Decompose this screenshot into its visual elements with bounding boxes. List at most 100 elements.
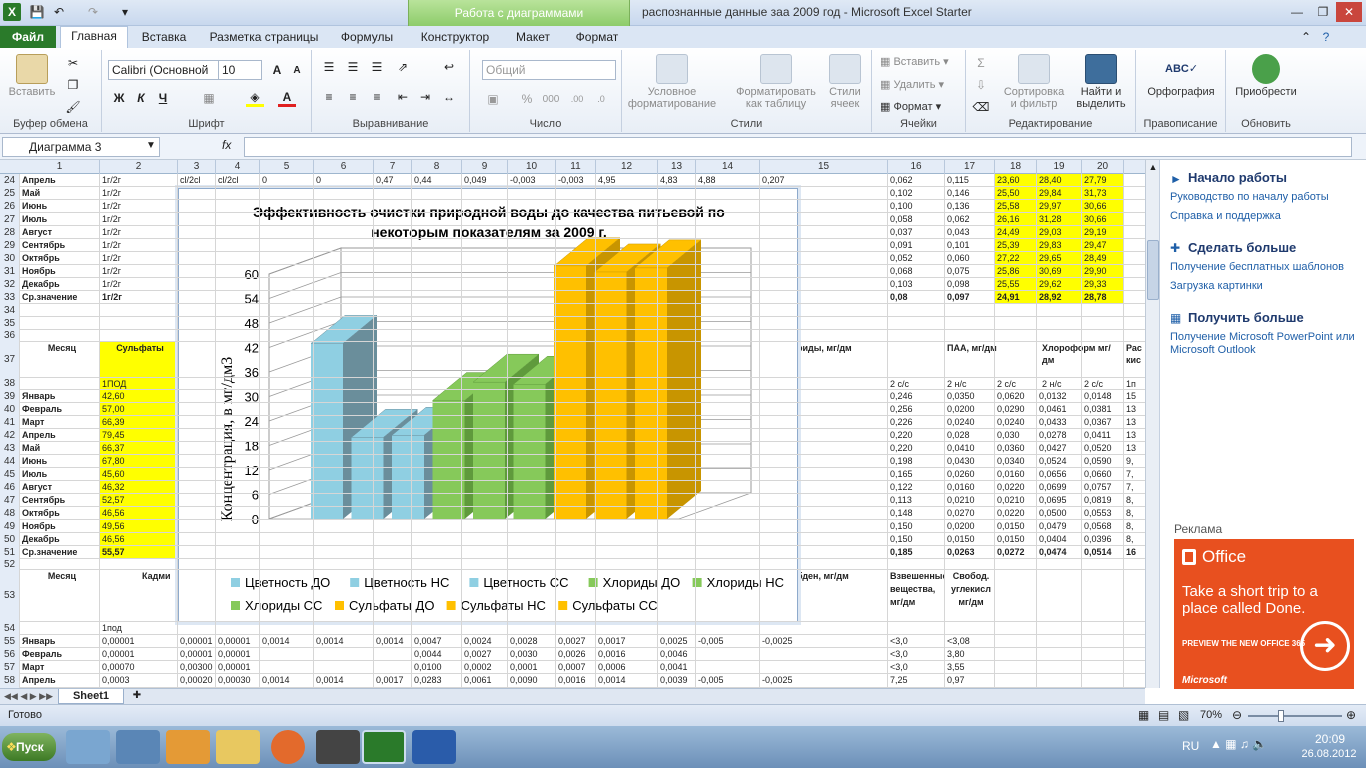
- align-bottom-icon[interactable]: ☰: [368, 58, 386, 76]
- row-header[interactable]: 33: [0, 291, 20, 304]
- tab-file[interactable]: Файл: [0, 26, 56, 48]
- view-page-break-icon[interactable]: ▧: [1178, 708, 1189, 722]
- tab-design[interactable]: Конструктор: [414, 28, 496, 48]
- row-header[interactable]: 42: [0, 429, 20, 442]
- format-painter-icon[interactable]: 🖌: [64, 98, 82, 116]
- increase-indent-icon[interactable]: ⇥: [416, 88, 434, 106]
- column-header[interactable]: 10: [508, 160, 556, 174]
- legend-swatch[interactable]: [588, 578, 598, 587]
- orientation-icon[interactable]: ⇗: [394, 58, 412, 76]
- table-cell[interactable]: 3,80: [945, 648, 995, 660]
- row-header[interactable]: 50: [0, 533, 20, 546]
- row-label[interactable]: Май: [20, 442, 100, 454]
- table-cell[interactable]: 16: [1124, 546, 1145, 558]
- column-header[interactable]: 17: [945, 160, 995, 174]
- table-cell[interactable]: 0,220: [888, 429, 945, 441]
- table-cell[interactable]: 0,246: [888, 390, 945, 402]
- table-cell[interactable]: -0,003: [508, 174, 556, 186]
- row-label[interactable]: Июль: [20, 468, 100, 480]
- table-cell[interactable]: 0,0148: [1082, 390, 1124, 402]
- table-cell[interactable]: 31,28: [1037, 213, 1082, 225]
- chart-y-tick-label[interactable]: 42: [245, 341, 259, 356]
- legend-swatch[interactable]: [558, 601, 568, 610]
- borders-icon[interactable]: ▦: [200, 89, 218, 107]
- clock-date[interactable]: 26.08.2012: [1294, 748, 1364, 760]
- table-cell[interactable]: 0,0278: [1037, 429, 1082, 441]
- table-cell[interactable]: 66,37: [100, 442, 178, 454]
- row-header[interactable]: 54: [0, 622, 20, 635]
- row-header[interactable]: 36: [0, 330, 20, 342]
- table-cell[interactable]: 0,0381: [1082, 403, 1124, 415]
- column-header[interactable]: 3: [178, 160, 216, 174]
- table-cell[interactable]: 0,0404: [1037, 533, 1082, 545]
- header-month-2[interactable]: Месяц: [22, 570, 100, 582]
- scroll-thumb[interactable]: [1147, 240, 1159, 300]
- table-cell[interactable]: 0,165: [888, 468, 945, 480]
- table-cell[interactable]: 30,66: [1082, 200, 1124, 212]
- table-cell[interactable]: 0,0014: [260, 674, 314, 686]
- table-cell[interactable]: 0,062: [945, 213, 995, 225]
- column-header[interactable]: 7: [374, 160, 412, 174]
- bold-button[interactable]: Ж: [110, 89, 128, 107]
- table-cell[interactable]: 0,0200: [945, 520, 995, 532]
- header-dissolved[interactable]: Рас кис: [1124, 342, 1145, 366]
- table-cell[interactable]: 27,22: [995, 252, 1037, 264]
- legend-label[interactable]: Цветность НС: [364, 575, 449, 590]
- table-cell[interactable]: 0,0240: [945, 416, 995, 428]
- legend-swatch[interactable]: [692, 578, 702, 587]
- row-label[interactable]: Октябрь: [20, 507, 100, 519]
- table-cell[interactable]: <3,0: [888, 648, 945, 660]
- arrow-right-icon[interactable]: ➜: [1300, 621, 1350, 671]
- currency-icon[interactable]: ▣: [484, 90, 502, 108]
- table-cell[interactable]: 0,0430: [945, 455, 995, 467]
- sheet-nav-icons[interactable]: ◀◀ ◀ ▶ ▶▶: [4, 691, 53, 702]
- link-templates[interactable]: Получение бесплатных шаблонов: [1170, 261, 1344, 273]
- table-cell[interactable]: 67,80: [100, 455, 178, 467]
- taskbar-excel-icon[interactable]: [362, 730, 406, 764]
- row-header[interactable]: 39: [0, 390, 20, 403]
- table-cell[interactable]: 0,0047: [412, 635, 462, 647]
- row-header[interactable]: 46: [0, 481, 20, 494]
- table-cell[interactable]: 1г/2г: [100, 226, 178, 238]
- table-cell[interactable]: 28,78: [1082, 291, 1124, 303]
- link-outlook[interactable]: Microsoft Outlook: [1170, 344, 1256, 356]
- header-sulfates[interactable]: Сульфаты: [100, 342, 178, 378]
- table-cell[interactable]: 0,101: [945, 239, 995, 251]
- column-header[interactable]: 19: [1037, 160, 1082, 174]
- table-cell[interactable]: 0,0553: [1082, 507, 1124, 519]
- sort-filter-button[interactable]: Сортировка и фильтр: [1002, 54, 1066, 110]
- table-cell[interactable]: 0,097: [945, 291, 995, 303]
- paste-button[interactable]: Вставить: [4, 54, 60, 98]
- table-cell[interactable]: 29,47: [1082, 239, 1124, 251]
- chart-y-axis-title[interactable]: Концентрация, в мг/дм3: [219, 357, 236, 521]
- table-cell[interactable]: 30,69: [1037, 265, 1082, 277]
- table-cell[interactable]: 0,47: [374, 174, 412, 186]
- column-header[interactable]: 13: [658, 160, 696, 174]
- table-cell[interactable]: 45,60: [100, 468, 178, 480]
- chart-bar-front[interactable]: [594, 271, 627, 519]
- purchase-button[interactable]: Приобрести: [1230, 54, 1302, 98]
- row-label[interactable]: Август: [20, 481, 100, 493]
- table-cell[interactable]: 0,00300: [178, 661, 216, 673]
- table-cell[interactable]: 29,83: [1037, 239, 1082, 251]
- header-month[interactable]: Месяц: [22, 342, 100, 378]
- chart-y-tick-label[interactable]: 60: [245, 267, 259, 282]
- copy-icon[interactable]: ❐: [64, 76, 82, 94]
- scroll-up-icon[interactable]: ▲: [1147, 162, 1159, 174]
- column-header[interactable]: 1: [20, 160, 100, 174]
- row-header[interactable]: 55: [0, 635, 20, 648]
- tab-layout[interactable]: Макет: [506, 28, 560, 48]
- table-cell[interactable]: 0,0016: [596, 648, 658, 660]
- shrink-font-icon[interactable]: A: [288, 61, 306, 79]
- start-button[interactable]: ❖ Пуск: [2, 733, 56, 761]
- table-cell[interactable]: 1г/2г: [100, 239, 178, 251]
- row-label[interactable]: Декабрь: [20, 533, 100, 545]
- table-cell[interactable]: 0,0002: [462, 661, 508, 673]
- underline-button[interactable]: Ч: [154, 89, 172, 107]
- row-label[interactable]: Апрель: [20, 674, 100, 686]
- language-indicator[interactable]: RU: [1182, 739, 1199, 753]
- table-cell[interactable]: 0,00020: [178, 674, 216, 686]
- table-cell[interactable]: 52,57: [100, 494, 178, 506]
- row-header[interactable]: 41: [0, 416, 20, 429]
- table-cell[interactable]: -0,0025: [760, 674, 888, 686]
